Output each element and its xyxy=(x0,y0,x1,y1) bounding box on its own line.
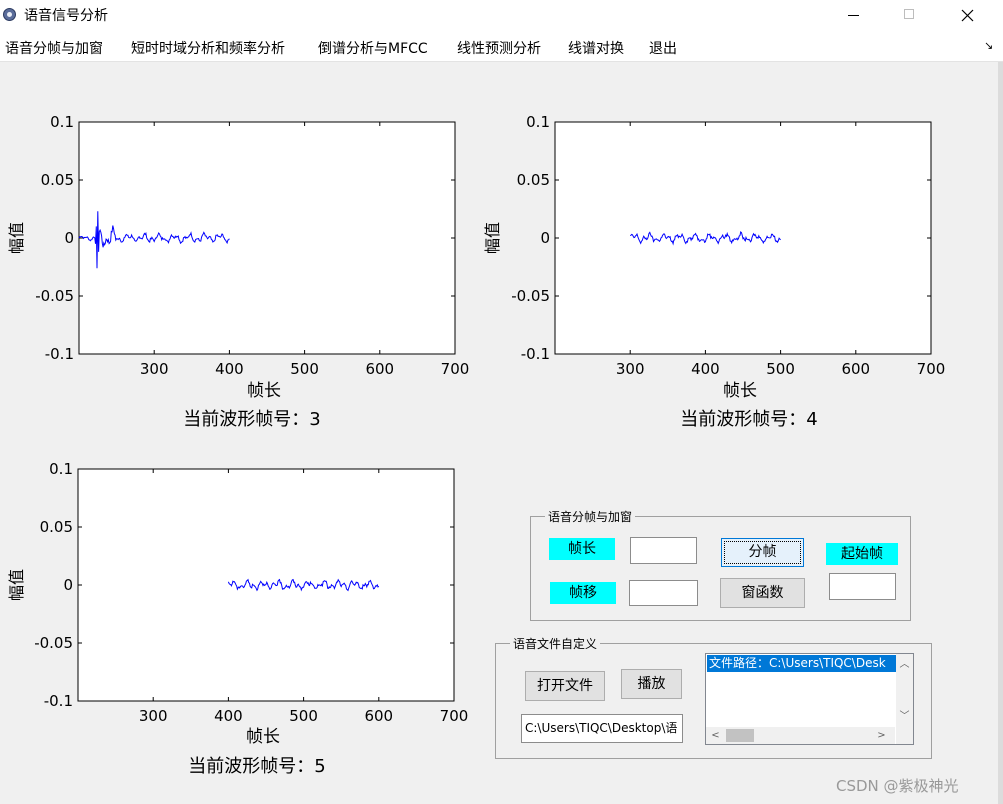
axes-frame-5: 0.10.050-0.05-0.1 300 400 500 600 700 幅值 帧长 … xyxy=(7,460,468,777)
scrollbar-corner xyxy=(896,727,913,744)
frame-caption: 当前波形帧号：4 xyxy=(680,409,817,430)
y-axis-label: 幅值 xyxy=(483,222,502,254)
file-panel: 语音文件自定义 打开文件 播放 C:\Users\TIQC\Desktop\语 … xyxy=(495,635,932,759)
listbox-vertical-scrollbar[interactable]: ︿ ﹀ xyxy=(896,654,913,727)
frame-shift-label: 帧移 xyxy=(550,582,616,604)
y-tick-label: -0.05 xyxy=(35,287,74,305)
x-tick-label: 300 xyxy=(139,707,168,725)
start-frame-label: 起始帧 xyxy=(826,543,898,565)
axes-frame-4: 0.10.050-0.05-0.1 300 400 500 600 700 幅值 帧长 … xyxy=(483,113,945,430)
y-tick-label: -0.1 xyxy=(521,345,550,363)
file-panel-title: 语音文件自定义 xyxy=(510,635,601,652)
y-tick-label: 0.1 xyxy=(49,460,73,478)
x-tick-label: 700 xyxy=(440,707,469,725)
x-tick-label: 700 xyxy=(441,360,470,378)
y-tick-label: -0.05 xyxy=(34,634,73,652)
open-file-button-label: 打开文件 xyxy=(537,678,593,694)
x-tick-label: 600 xyxy=(365,360,394,378)
split-frame-button[interactable]: 分帧 xyxy=(721,538,804,567)
frame-caption: 当前波形帧号：3 xyxy=(183,409,320,430)
open-file-button[interactable]: 打开文件 xyxy=(525,671,605,701)
play-button-label: 播放 xyxy=(637,676,666,692)
y-axis-label: 幅值 xyxy=(7,569,26,601)
file-listbox[interactable]: 文件路径：C:\Users\TIQC\Desk ︿ ﹀ < > xyxy=(705,653,914,745)
x-tick-label: 400 xyxy=(214,707,243,725)
x-tick-label: 400 xyxy=(215,360,244,378)
framing-panel: 语音分帧与加窗 帧长 分帧 起始帧 帧移 窗函数 xyxy=(530,508,911,621)
x-axis-label: 帧长 xyxy=(246,727,280,747)
split-frame-button-label: 分帧 xyxy=(748,544,777,560)
horizontal-scroll-thumb[interactable] xyxy=(726,729,754,742)
frame-shift-input[interactable] xyxy=(629,580,698,606)
x-tick-label: 600 xyxy=(841,360,870,378)
play-button[interactable]: 播放 xyxy=(621,669,682,699)
scroll-down-icon[interactable]: ﹀ xyxy=(896,708,913,725)
y-tick-label: 0.05 xyxy=(40,518,73,536)
window-function-button[interactable]: 窗函数 xyxy=(720,578,805,608)
y-axis-label: 幅值 xyxy=(7,222,26,254)
scroll-right-icon[interactable]: > xyxy=(873,727,890,744)
x-tick-label: 600 xyxy=(364,707,393,725)
x-axis-label: 帧长 xyxy=(723,381,757,401)
y-tick-label: 0.1 xyxy=(526,113,550,131)
scroll-up-icon[interactable]: ︿ xyxy=(896,656,913,673)
x-tick-label: 300 xyxy=(140,360,169,378)
frame-length-input[interactable] xyxy=(630,537,697,564)
x-tick-label: 500 xyxy=(290,360,319,378)
x-tick-label: 400 xyxy=(691,360,720,378)
frame-caption: 当前波形帧号：5 xyxy=(188,756,325,777)
x-tick-label: 500 xyxy=(766,360,795,378)
y-tick-label: -0.1 xyxy=(45,345,74,363)
x-axis-label: 帧长 xyxy=(247,381,281,401)
start-frame-input[interactable] xyxy=(829,573,896,600)
x-tick-label: 500 xyxy=(289,707,318,725)
y-tick-label: -0.1 xyxy=(44,692,73,710)
x-tick-label: 700 xyxy=(917,360,946,378)
scroll-left-icon[interactable]: < xyxy=(707,727,724,744)
y-tick-label: 0.05 xyxy=(41,171,74,189)
y-tick-label: 0 xyxy=(63,576,73,594)
y-tick-label: 0 xyxy=(540,229,550,247)
watermark: CSDN @紫极神光 xyxy=(836,777,959,795)
listbox-horizontal-scrollbar[interactable]: < > xyxy=(706,727,895,744)
x-tick-label: 300 xyxy=(616,360,645,378)
file-path-input[interactable]: C:\Users\TIQC\Desktop\语 xyxy=(521,714,683,743)
y-tick-label: 0.1 xyxy=(50,113,74,131)
y-tick-label: -0.05 xyxy=(511,287,550,305)
frame-length-label: 帧长 xyxy=(549,538,615,560)
axes-frame-3: 0.10.050-0.05-0.1 300 400 500 600 700 幅值 帧长 … xyxy=(7,113,469,430)
window-function-button-label: 窗函数 xyxy=(741,585,784,601)
framing-panel-title: 语音分帧与加窗 xyxy=(545,508,636,525)
axes-box xyxy=(78,121,456,355)
list-item-file-path[interactable]: 文件路径：C:\Users\TIQC\Desk xyxy=(707,655,896,672)
y-tick-label: 0.05 xyxy=(517,171,550,189)
y-tick-label: 0 xyxy=(64,229,74,247)
